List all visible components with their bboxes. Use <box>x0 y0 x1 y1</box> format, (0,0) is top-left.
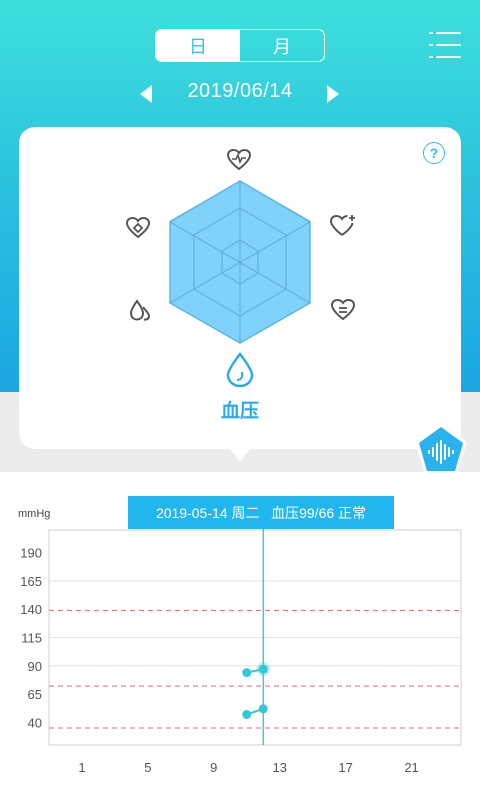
y-tick-label: 90 <box>28 659 42 674</box>
selected-metric-label: 血压 <box>220 401 259 422</box>
x-tick-label: 9 <box>210 760 217 775</box>
x-tick-label: 21 <box>404 760 418 775</box>
y-tick-label: 165 <box>20 574 42 589</box>
y-tick-label: 40 <box>28 715 42 730</box>
x-tick-label: 17 <box>338 760 352 775</box>
heart-plus-icon[interactable] <box>329 214 357 243</box>
heart-rate-icon[interactable] <box>226 148 252 177</box>
x-tick-label: 13 <box>272 760 286 775</box>
help-icon[interactable]: ? <box>423 142 445 164</box>
data-point <box>242 668 252 678</box>
tab-day[interactable]: 日 <box>156 30 240 61</box>
previous-date-icon[interactable] <box>138 84 154 109</box>
card-pointer <box>229 448 251 462</box>
voice-assistant-button[interactable] <box>412 421 470 479</box>
data-point <box>258 704 268 714</box>
chart-tooltip: 2019-05-14 周二 血压99/66 正常 <box>128 496 394 529</box>
double-drop-icon[interactable] <box>128 298 154 327</box>
y-tick-label: 140 <box>20 602 42 617</box>
tab-month[interactable]: 月 <box>240 30 324 61</box>
data-point <box>258 664 268 674</box>
x-tick-label: 1 <box>78 760 85 775</box>
y-tick-label: 65 <box>28 687 42 702</box>
y-tick-label: 115 <box>21 631 42 646</box>
blood-drop-icon[interactable] <box>225 352 255 393</box>
date-navigator: 2019/06/14 <box>0 78 480 110</box>
x-tick-label: 5 <box>144 760 151 775</box>
next-date-icon[interactable] <box>325 84 341 109</box>
current-date: 2019/06/14 <box>187 80 293 102</box>
heart-equal-icon[interactable] <box>330 298 356 327</box>
data-point <box>242 709 252 719</box>
y-tick-label: 190 <box>20 546 42 561</box>
menu-list-icon[interactable] <box>428 30 462 60</box>
period-toggle: 日 月 <box>155 29 325 62</box>
heart-diamond-icon[interactable] <box>125 216 151 245</box>
